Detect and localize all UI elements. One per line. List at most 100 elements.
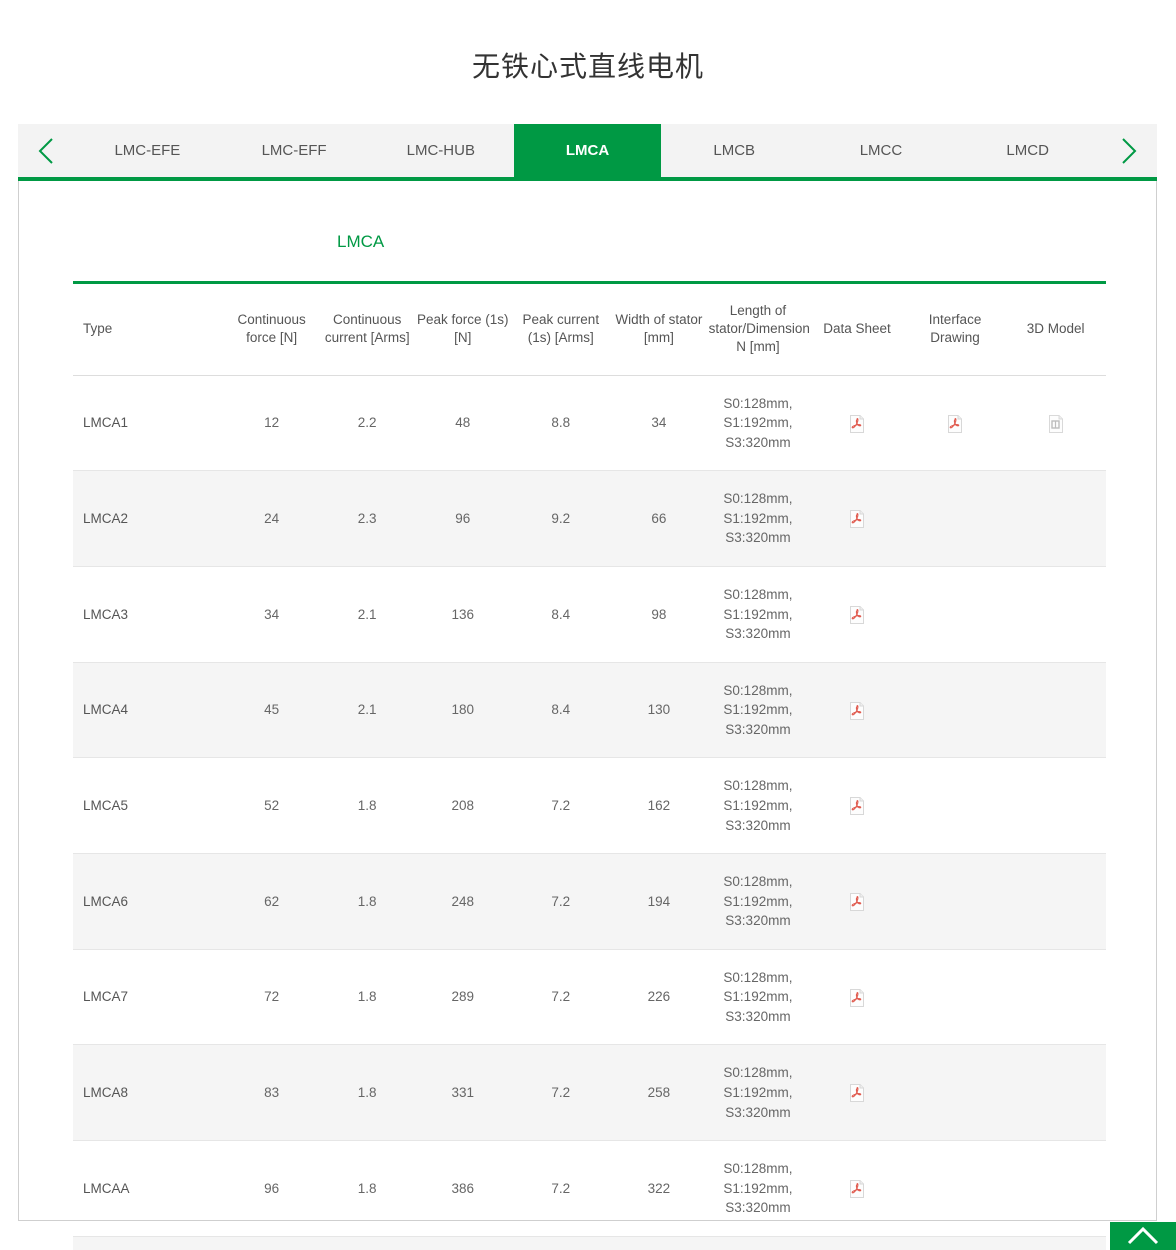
scroll-to-top-button[interactable]	[1110, 1222, 1176, 1250]
cell-continuous-force: 124	[224, 1236, 320, 1250]
cell-3d-model	[1005, 949, 1106, 1045]
tab-lmcd[interactable]: LMCD	[954, 124, 1101, 177]
column-header-length-of-stator: Length of stator/Dimension N [mm]	[707, 283, 810, 376]
length-line: S0:128mm,	[709, 872, 808, 892]
empty-cell	[947, 698, 963, 716]
cell-3d-model	[1005, 662, 1106, 758]
cell-interface-drawing	[905, 854, 1006, 950]
length-line: S0:128mm,	[709, 1159, 808, 1179]
data-sheet-pdf-icon[interactable]	[849, 702, 865, 720]
spec-table-wrap: Type Continuous force [N] Continuous cur…	[19, 250, 1156, 1250]
data-sheet-pdf-icon[interactable]	[849, 1084, 865, 1102]
tab-lmc-efe[interactable]: LMC-EFE	[74, 124, 221, 177]
data-sheet-pdf-icon[interactable]	[849, 510, 865, 528]
length-line: S1:192mm,	[709, 605, 808, 625]
cell-type: LMCA4	[73, 662, 224, 758]
3d-model-icon[interactable]	[1048, 415, 1064, 433]
cell-data-sheet	[809, 949, 905, 1045]
cell-continuous-force: 62	[224, 854, 320, 950]
table-row: LMCA6621.82487.2194S0:128mm,S1:192mm,S3:…	[73, 854, 1106, 950]
length-lines: S0:128mm,S1:192mm,S3:320mm	[709, 872, 808, 931]
table-row: LMCA8831.83317.2258S0:128mm,S1:192mm,S3:…	[73, 1045, 1106, 1141]
tab-lmca[interactable]: LMCA	[514, 124, 661, 177]
cell-type: LMCA7	[73, 949, 224, 1045]
empty-cell	[1048, 507, 1064, 525]
length-lines: S0:128mm,S1:192mm,S3:320mm	[709, 681, 808, 740]
tab-prev-arrow[interactable]	[18, 124, 74, 177]
cell-interface-drawing	[905, 567, 1006, 663]
column-header-data-sheet: Data Sheet	[809, 283, 905, 376]
cell-peak-current: 8.4	[511, 567, 612, 663]
tab-lmcc[interactable]: LMCC	[808, 124, 955, 177]
data-sheet-pdf-icon[interactable]	[849, 893, 865, 911]
length-lines: S0:128mm,S1:192mm,S3:320mm	[709, 968, 808, 1027]
data-sheet-pdf-icon[interactable]	[849, 1180, 865, 1198]
cell-peak-force: 386	[415, 1141, 511, 1237]
table-row: LMCAA961.83867.2322S0:128mm,S1:192mm,S3:…	[73, 1141, 1106, 1237]
table-row: LMCA5521.82087.2162S0:128mm,S1:192mm,S3:…	[73, 758, 1106, 854]
data-sheet-pdf-icon[interactable]	[849, 989, 865, 1007]
cell-type: LMCA2	[73, 471, 224, 567]
length-line: S0:128mm,	[709, 681, 808, 701]
cell-length-of-stator: S0:128mm,S1:192mm,S3:320mm	[707, 854, 810, 950]
tab-bar: LMC-EFELMC-EFFLMC-HUBLMCALMCBLMCCLMCD	[18, 124, 1157, 177]
cell-data-sheet	[809, 471, 905, 567]
empty-cell	[947, 890, 963, 908]
empty-cell	[947, 1081, 963, 1099]
length-line: S1:192mm,	[709, 413, 808, 433]
cell-width-of-stator: 226	[611, 949, 707, 1045]
table-row: LMCAC1241.84967.2386S0:128mm,S1:192mm,S3…	[73, 1236, 1106, 1250]
tab-lmcb[interactable]: LMCB	[661, 124, 808, 177]
cell-length-of-stator: S0:128mm,S1:192mm,S3:320mm	[707, 1236, 810, 1250]
cell-3d-model	[1005, 567, 1106, 663]
cell-peak-force: 48	[415, 375, 511, 471]
length-line: S3:320mm	[709, 816, 808, 836]
length-line: S3:320mm	[709, 624, 808, 644]
tab-lmc-hub[interactable]: LMC-HUB	[367, 124, 514, 177]
data-sheet-pdf-icon[interactable]	[849, 797, 865, 815]
cell-peak-current: 7.2	[511, 758, 612, 854]
cell-length-of-stator: S0:128mm,S1:192mm,S3:320mm	[707, 1045, 810, 1141]
cell-width-of-stator: 322	[611, 1141, 707, 1237]
length-line: S3:320mm	[709, 1007, 808, 1027]
cell-data-sheet	[809, 1045, 905, 1141]
page-root: 无铁心式直线电机 LMC-EFELMC-EFFLMC-HUBLMCALMCBLM…	[0, 0, 1176, 1250]
column-header-interface-drawing: Interface Drawing	[905, 283, 1006, 376]
cell-interface-drawing	[905, 949, 1006, 1045]
cell-continuous-current: 2.1	[319, 567, 415, 663]
cell-peak-current: 8.4	[511, 662, 612, 758]
cell-interface-drawing	[905, 471, 1006, 567]
empty-cell	[1048, 1081, 1064, 1099]
empty-cell	[947, 603, 963, 621]
cell-continuous-force: 96	[224, 1141, 320, 1237]
length-line: S1:192mm,	[709, 509, 808, 529]
cell-data-sheet	[809, 662, 905, 758]
chevron-up-icon	[1125, 1223, 1161, 1250]
data-sheet-pdf-icon[interactable]	[849, 606, 865, 624]
cell-width-of-stator: 386	[611, 1236, 707, 1250]
tab-next-arrow[interactable]	[1101, 124, 1157, 177]
data-sheet-pdf-icon[interactable]	[849, 415, 865, 433]
cell-3d-model	[1005, 854, 1106, 950]
length-line: S3:320mm	[709, 1103, 808, 1123]
cell-3d-model	[1005, 375, 1106, 471]
column-header-width-of-stator: Width of stator [mm]	[611, 283, 707, 376]
interface-drawing-pdf-icon[interactable]	[947, 415, 963, 433]
cell-3d-model	[1005, 1236, 1106, 1250]
cell-data-sheet	[809, 375, 905, 471]
cell-peak-force: 331	[415, 1045, 511, 1141]
cell-width-of-stator: 66	[611, 471, 707, 567]
section-label: LMCA	[19, 181, 1156, 250]
spec-table-body: LMCA1122.2488.834S0:128mm,S1:192mm,S3:32…	[73, 375, 1106, 1250]
tabs-strip: LMC-EFELMC-EFFLMC-HUBLMCALMCBLMCCLMCD	[74, 124, 1101, 177]
tab-lmc-eff[interactable]: LMC-EFF	[221, 124, 368, 177]
cell-length-of-stator: S0:128mm,S1:192mm,S3:320mm	[707, 662, 810, 758]
chevron-left-icon	[35, 136, 57, 166]
cell-interface-drawing	[905, 1045, 1006, 1141]
empty-cell	[947, 507, 963, 525]
cell-peak-force: 496	[415, 1236, 511, 1250]
cell-length-of-stator: S0:128mm,S1:192mm,S3:320mm	[707, 1141, 810, 1237]
cell-length-of-stator: S0:128mm,S1:192mm,S3:320mm	[707, 375, 810, 471]
chevron-right-icon	[1118, 136, 1140, 166]
length-line: S3:320mm	[709, 720, 808, 740]
